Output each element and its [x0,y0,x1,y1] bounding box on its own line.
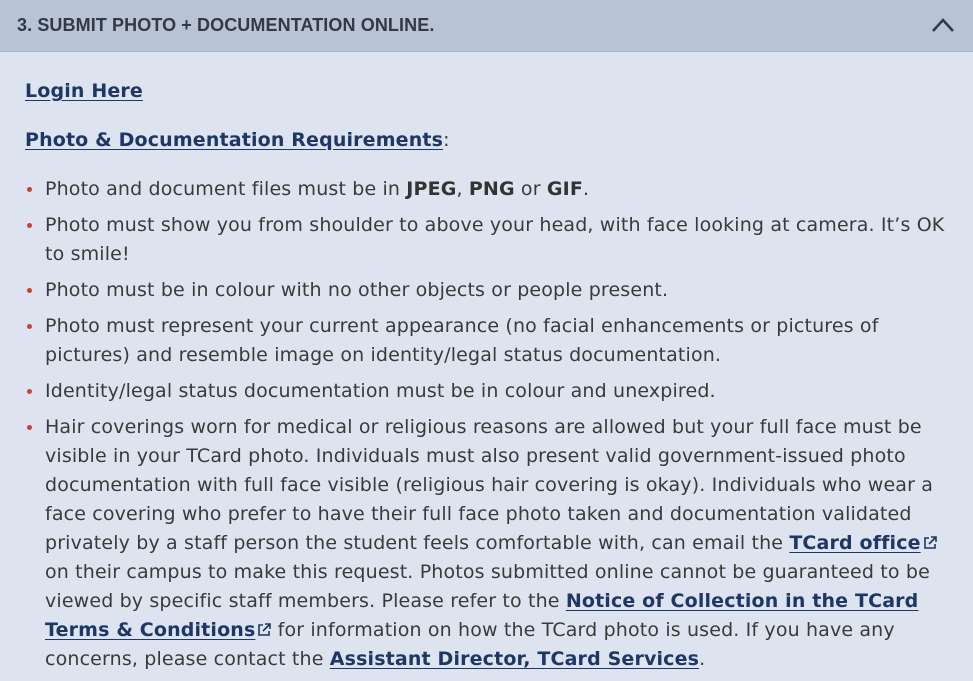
list-item: Identity/legal status documentation must… [25,377,950,406]
requirements-link[interactable]: Photo & Documentation Requirements [25,129,443,151]
chevron-up-icon[interactable] [931,15,955,35]
section-title: 3. SUBMIT PHOTO + DOCUMENTATION ONLINE. [17,15,435,35]
list-item: Hair coverings worn for medical or relig… [25,413,950,674]
requirements-colon: : [443,129,450,151]
list-item: Photo must represent your current appear… [25,312,950,370]
tcard-office-link[interactable]: TCard office [789,532,937,554]
external-link-icon [923,536,937,549]
assistant-director-link[interactable]: Assistant Director, TCard Services [330,648,699,670]
list-item: Photo must show you from shoulder to abo… [25,211,950,269]
external-link-icon [258,623,272,636]
list-item: Photo must be in colour with no other ob… [25,276,950,305]
requirements-list: Photo and document files must be in JPEG… [25,175,950,681]
login-link[interactable]: Login Here [25,80,143,102]
section-header[interactable]: 3. SUBMIT PHOTO + DOCUMENTATION ONLINE. [0,0,973,52]
list-item: Photo and document files must be in JPEG… [25,175,950,204]
